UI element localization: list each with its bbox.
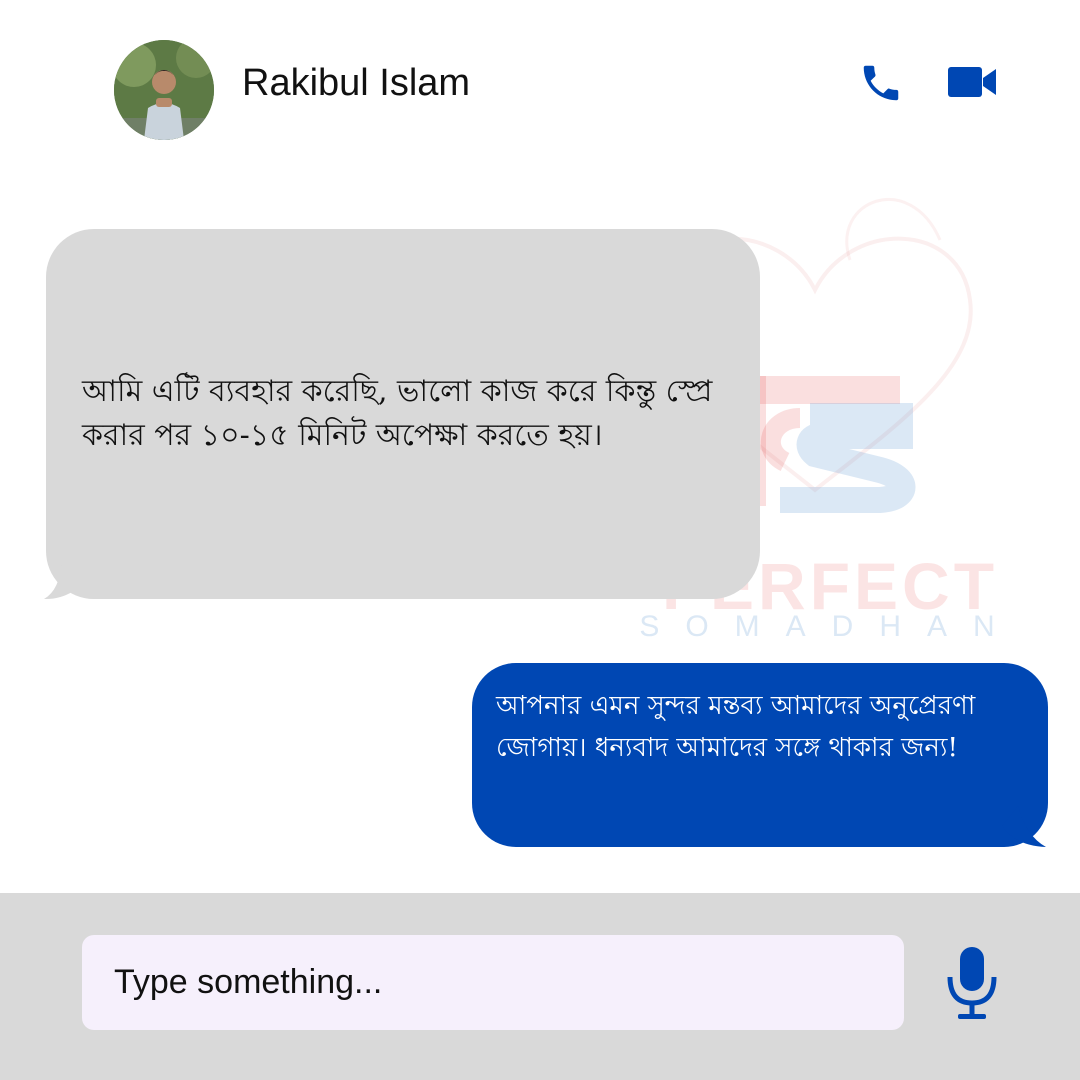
contact-name: Rakibul Islam [242, 62, 471, 104]
microphone-icon [947, 947, 997, 1019]
message-composer [0, 893, 1080, 1080]
outgoing-message-text: আপনার এমন সুন্দর মন্তব্য আমাদের অনুপ্রের… [496, 691, 976, 763]
watermark-subtitle: SOMADHAN [639, 610, 1021, 643]
outgoing-bubble-tail [1002, 806, 1046, 847]
chat-header: Rakibul Islam [0, 0, 1080, 170]
video-call-button[interactable] [946, 62, 1000, 102]
voice-record-button[interactable] [944, 945, 1000, 1021]
incoming-message-bubble: আমি এটি ব্যবহার করেছি, ভালো কাজ করে কিন্… [46, 229, 760, 599]
message-input[interactable] [82, 935, 904, 1030]
phone-icon [863, 65, 899, 101]
incoming-bubble-tail [44, 560, 94, 600]
video-camera-icon [948, 67, 996, 97]
outgoing-message-bubble: আপনার এমন সুন্দর মন্তব্য আমাদের অনুপ্রের… [472, 663, 1048, 847]
incoming-message-text: আমি এটি ব্যবহার করেছি, ভালো কাজ করে কিন্… [82, 374, 713, 453]
avatar[interactable] [114, 40, 214, 140]
avatar-photo [114, 40, 214, 140]
call-button[interactable] [858, 60, 904, 106]
